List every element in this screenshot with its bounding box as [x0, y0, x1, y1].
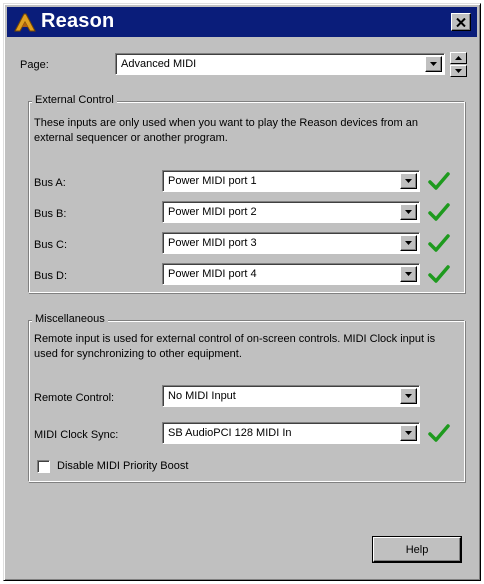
- close-button[interactable]: [451, 13, 471, 31]
- disable-priority-boost-label[interactable]: Disable MIDI Priority Boost: [57, 460, 188, 472]
- page-next-button[interactable]: [450, 65, 467, 77]
- remote-control-dropdown[interactable]: No MIDI Input: [162, 385, 420, 407]
- bus-a-value: Power MIDI port 1: [168, 175, 257, 187]
- chevron-down-icon: [405, 210, 412, 214]
- chevron-down-icon: [430, 62, 437, 66]
- arrow-down-icon: [455, 69, 462, 73]
- bus-a-dropdown[interactable]: Power MIDI port 1: [162, 170, 420, 192]
- bus-b-label: Bus B:: [34, 208, 67, 220]
- bus-d-dropdown-arrow[interactable]: [400, 266, 417, 282]
- miscellaneous-title: Miscellaneous: [32, 313, 108, 325]
- bus-c-label: Bus C:: [34, 239, 68, 251]
- midi-clock-sync-dropdown[interactable]: SB AudioPCI 128 MIDI In: [162, 422, 420, 444]
- remote-control-dropdown-arrow[interactable]: [400, 388, 417, 404]
- page-dropdown-value: Advanced MIDI: [121, 58, 197, 70]
- reason-preferences-window: Reason Page: Advanced MIDI External Cont…: [3, 3, 481, 581]
- bus-a-ok-checkmark-icon: [428, 172, 450, 190]
- bus-b-dropdown-arrow[interactable]: [400, 204, 417, 220]
- bus-b-dropdown[interactable]: Power MIDI port 2: [162, 201, 420, 223]
- chevron-down-icon: [405, 272, 412, 276]
- bus-a-dropdown-arrow[interactable]: [400, 173, 417, 189]
- page-dropdown-arrow[interactable]: [425, 56, 442, 72]
- close-icon: [456, 17, 466, 27]
- bus-c-dropdown-arrow[interactable]: [400, 235, 417, 251]
- help-button[interactable]: Help: [373, 537, 461, 562]
- bus-d-value: Power MIDI port 4: [168, 268, 257, 280]
- external-control-description: These inputs are only used when you want…: [34, 117, 419, 144]
- remote-control-label: Remote Control:: [34, 392, 115, 404]
- reason-logo-icon: [14, 13, 36, 32]
- bus-d-label: Bus D:: [34, 270, 68, 282]
- window-title: Reason: [41, 10, 115, 32]
- page-label: Page:: [20, 59, 49, 71]
- chevron-down-icon: [405, 179, 412, 183]
- bus-b-ok-checkmark-icon: [428, 203, 450, 221]
- page-previous-button[interactable]: [450, 52, 467, 64]
- midi-clock-sync-label: MIDI Clock Sync:: [34, 429, 119, 441]
- help-button-label: Help: [405, 543, 429, 556]
- bus-d-ok-checkmark-icon: [428, 265, 450, 283]
- bus-c-dropdown[interactable]: Power MIDI port 3: [162, 232, 420, 254]
- midi-clock-sync-dropdown-arrow[interactable]: [400, 425, 417, 441]
- bus-a-label: Bus A:: [34, 177, 66, 189]
- remote-control-value: No MIDI Input: [168, 390, 236, 402]
- midi-clock-sync-value: SB AudioPCI 128 MIDI In: [168, 427, 292, 439]
- title-bar[interactable]: Reason: [7, 7, 477, 37]
- page-dropdown[interactable]: Advanced MIDI: [115, 53, 445, 75]
- arrow-up-icon: [455, 56, 462, 60]
- bus-c-value: Power MIDI port 3: [168, 237, 257, 249]
- bus-d-dropdown[interactable]: Power MIDI port 4: [162, 263, 420, 285]
- bus-b-value: Power MIDI port 2: [168, 206, 257, 218]
- external-control-title: External Control: [32, 94, 117, 106]
- disable-priority-boost-checkbox[interactable]: [37, 460, 50, 473]
- chevron-down-icon: [405, 394, 412, 398]
- midi-clock-ok-checkmark-icon: [428, 424, 450, 442]
- chevron-down-icon: [405, 431, 412, 435]
- miscellaneous-description: Remote input is used for external contro…: [34, 333, 436, 360]
- bus-c-ok-checkmark-icon: [428, 234, 450, 252]
- chevron-down-icon: [405, 241, 412, 245]
